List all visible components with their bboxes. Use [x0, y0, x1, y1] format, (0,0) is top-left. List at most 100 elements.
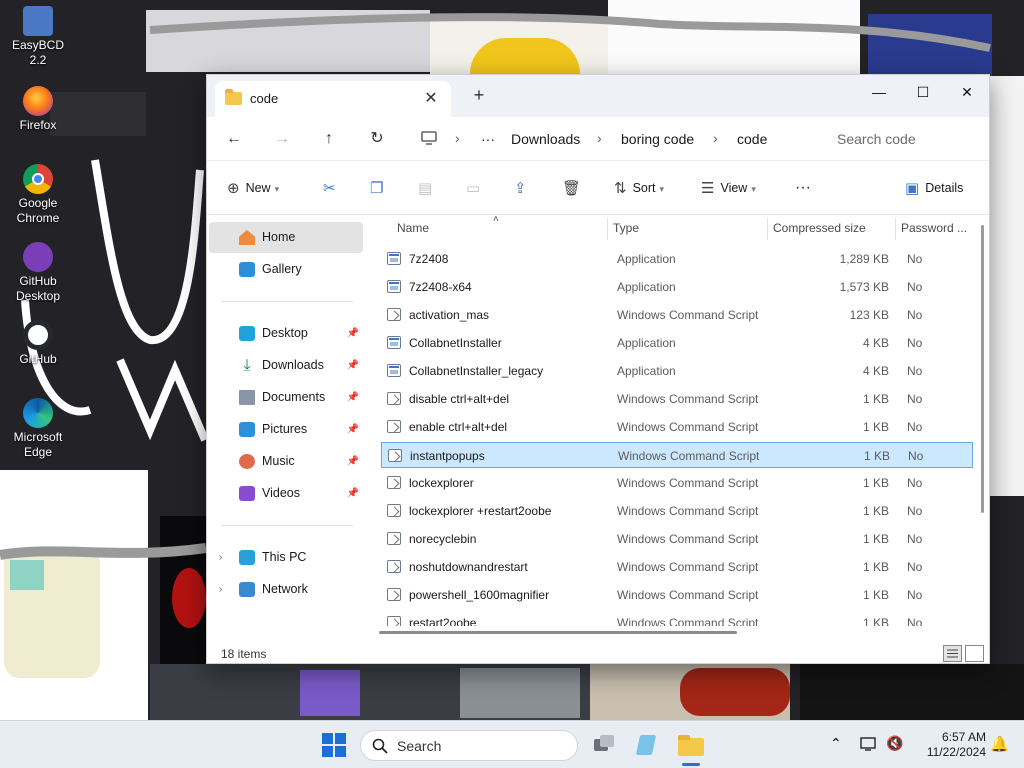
desktop-icon-github-desktop[interactable]: GitHub Desktop	[2, 242, 74, 304]
file-row[interactable]: 7z2408-x64 Application 1,573 KB No	[381, 274, 973, 300]
column-divider[interactable]	[895, 218, 896, 240]
file-row[interactable]: activation_mas Windows Command Script 123 …	[381, 302, 973, 328]
nav-item-network[interactable]: › Network	[209, 574, 363, 605]
cut-button[interactable]: ✂	[323, 175, 342, 201]
minimize-button[interactable]: —	[859, 79, 899, 105]
up-button[interactable]: ↑	[314, 125, 344, 153]
nav-item-gallery[interactable]: Gallery	[209, 254, 363, 285]
delete-button[interactable]: 🗑	[562, 175, 587, 201]
file-compressed-size: 123 KB	[849, 308, 889, 322]
nav-item-home[interactable]: Home	[209, 222, 363, 253]
start-button[interactable]	[322, 733, 346, 757]
nav-item-desktop[interactable]: Desktop 📌	[209, 318, 363, 349]
chevron-right-icon: ›	[597, 130, 602, 146]
file-row[interactable]: lockexplorer +restart2oobe Windows Comman…	[381, 498, 973, 524]
desktop-icon	[239, 326, 255, 341]
file-type: Application	[617, 252, 676, 266]
paste-button[interactable]: ▤	[418, 175, 438, 201]
network-tray-icon[interactable]	[860, 736, 878, 768]
details-button[interactable]: ▣ Details	[905, 175, 963, 201]
more-options-button[interactable]: ···	[795, 175, 811, 201]
this-pc-icon[interactable]	[421, 131, 437, 148]
file-explorer-app-icon[interactable]	[678, 733, 704, 766]
file-name: activation_mas	[409, 308, 490, 322]
file-row[interactable]: norecyclebin Windows Command Script 1 KB No	[381, 526, 973, 552]
breadcrumb-downloads[interactable]: Downloads	[511, 131, 580, 147]
column-divider[interactable]	[607, 218, 608, 240]
taskbar-search[interactable]: Search	[360, 730, 578, 761]
file-row[interactable]: instantpopups Windows Command Script 1 KB N…	[381, 442, 973, 468]
file-type: Windows Command Script	[617, 588, 759, 602]
file-compressed-size: 1,573 KB	[839, 280, 889, 294]
share-button[interactable]: ⇪	[514, 175, 533, 201]
column-header-type[interactable]: Type	[613, 216, 639, 240]
tab-close-button[interactable]: ✕	[421, 88, 441, 108]
nav-item-downloads[interactable]: ⤓ Downloads 📌	[209, 350, 363, 381]
file-row[interactable]: 7z2408 Application 1,289 KB No	[381, 246, 973, 272]
breadcrumb-boring-code[interactable]: boring code	[621, 131, 694, 147]
desktop-icon-easybcd[interactable]: EasyBCD 2.2	[2, 6, 74, 68]
file-name: powershell_1600magnifier	[409, 588, 550, 602]
file-compressed-size: 1 KB	[863, 449, 890, 463]
column-header-name[interactable]: Name	[397, 216, 429, 240]
desktop-icon-edge[interactable]: Microsoft Edge	[2, 398, 74, 460]
search-input[interactable]: Search code	[825, 123, 983, 155]
chevron-up-icon[interactable]: ⌃	[830, 735, 842, 768]
file-compressed-size: 4 KB	[862, 364, 889, 378]
new-button[interactable]: ⊕ New ▾	[227, 175, 279, 201]
breadcrumb-code[interactable]: code	[737, 131, 767, 147]
file-password: No	[907, 252, 923, 266]
column-header-compressed-size[interactable]: Compressed size	[773, 216, 866, 240]
refresh-button[interactable]: ↻	[362, 125, 392, 153]
horizontal-scrollbar[interactable]	[379, 631, 737, 634]
file-row[interactable]: powershell_1600magnifier Windows Command …	[381, 582, 973, 608]
details-view-toggle[interactable]	[943, 645, 962, 662]
breadcrumb[interactable]: › ··· Downloads › boring code › code	[411, 123, 811, 155]
file-row[interactable]: restart2oobe Windows Command Script 1 KB No	[381, 610, 973, 626]
home-icon	[239, 230, 255, 245]
file-compressed-size: 1 KB	[862, 532, 889, 546]
file-row[interactable]: CollabnetInstaller_legacy Application 4 KB…	[381, 358, 973, 384]
close-button[interactable]: ✕	[947, 79, 987, 105]
clock[interactable]: 6:57 AM 11/22/2024	[916, 730, 986, 760]
breadcrumb-overflow[interactable]: ···	[481, 131, 495, 147]
nav-item-pictures[interactable]: Pictures 📌	[209, 414, 363, 445]
column-header-password[interactable]: Password ...	[901, 216, 967, 240]
rename-button[interactable]: ▭	[466, 175, 486, 201]
address-row: ← → ↑ ↻ › ··· Downloads › boring code › …	[207, 117, 989, 161]
file-row[interactable]: enable ctrl+alt+del Windows Command Scrip…	[381, 414, 973, 440]
windows-logo-icon	[322, 733, 333, 744]
chevron-right-icon[interactable]: ›	[219, 574, 222, 605]
sort-button[interactable]: ⇅ Sort ▾	[614, 175, 664, 201]
column-divider[interactable]	[767, 218, 768, 240]
tab-code[interactable]: code ✕	[215, 81, 451, 117]
chevron-right-icon[interactable]: ›	[219, 542, 222, 573]
desktop-icon-firefox[interactable]: Firefox	[2, 86, 74, 133]
tiles-view-toggle[interactable]	[965, 645, 984, 662]
view-button[interactable]: ☰ View ▾	[701, 175, 756, 201]
taskbar: Search ⌃ 🔇 6:57 AM 11/22/2024 🔔	[0, 720, 1024, 768]
new-tab-button[interactable]: +	[469, 85, 489, 106]
file-row[interactable]: lockexplorer Windows Command Script 1 KB No	[381, 470, 973, 496]
taskbar-search-placeholder: Search	[397, 738, 442, 754]
notepad-app-icon[interactable]	[634, 733, 658, 757]
vertical-scrollbar[interactable]	[981, 225, 984, 513]
file-row[interactable]: disable ctrl+alt+del Windows Command Scri…	[381, 386, 973, 412]
nav-item-this-pc[interactable]: › This PC	[209, 542, 363, 573]
file-row[interactable]: CollabnetInstaller Application 4 KB No	[381, 330, 973, 356]
nav-item-videos[interactable]: Videos 📌	[209, 478, 363, 509]
forward-button[interactable]: →	[267, 125, 297, 153]
volume-muted-icon[interactable]: 🔇	[886, 735, 903, 768]
nav-item-documents[interactable]: Documents 📌	[209, 382, 363, 413]
task-view-icon[interactable]	[592, 733, 616, 757]
back-button[interactable]: ←	[219, 125, 249, 153]
file-row[interactable]: noshutdownandrestart Windows Command Scri…	[381, 554, 973, 580]
pin-icon: 📌	[346, 424, 359, 435]
videos-icon	[239, 486, 255, 501]
maximize-button[interactable]: ☐	[903, 79, 943, 105]
notification-bell-icon[interactable]: 🔔	[990, 735, 1009, 768]
copy-button[interactable]: ❐	[370, 175, 389, 201]
desktop-icon-chrome[interactable]: Google Chrome	[2, 164, 74, 226]
nav-item-music[interactable]: Music 📌	[209, 446, 363, 477]
desktop-icon-github[interactable]: GitHub	[2, 320, 74, 367]
